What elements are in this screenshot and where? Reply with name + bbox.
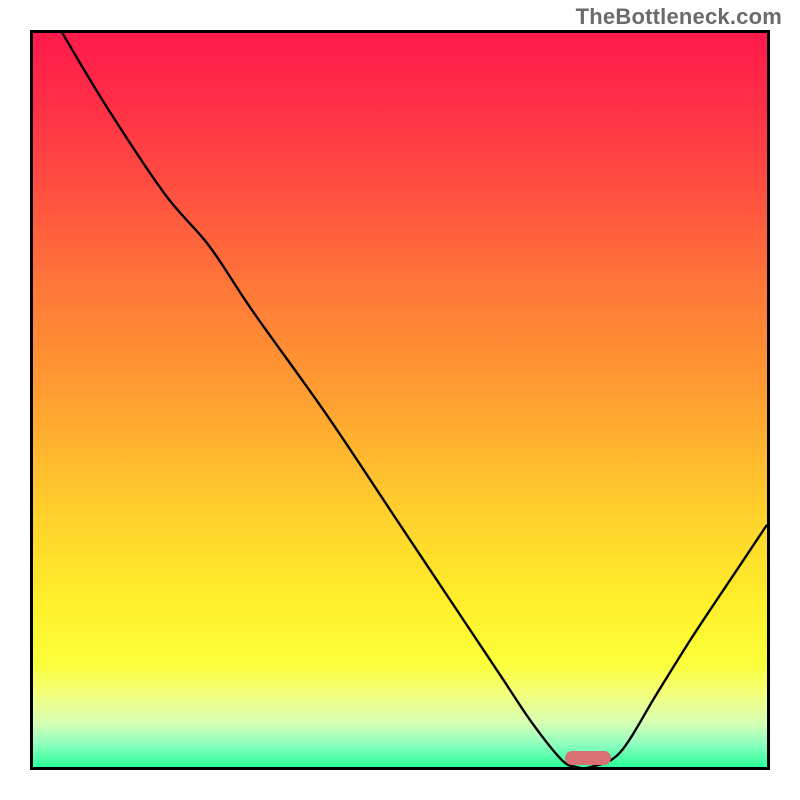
- chart-container: TheBottleneck.com: [0, 0, 800, 800]
- plot-area: [30, 30, 770, 770]
- target-marker: [565, 751, 611, 765]
- watermark-label: TheBottleneck.com: [576, 4, 782, 30]
- line-chart: [33, 33, 767, 767]
- deviation-curve-path: [62, 33, 767, 767]
